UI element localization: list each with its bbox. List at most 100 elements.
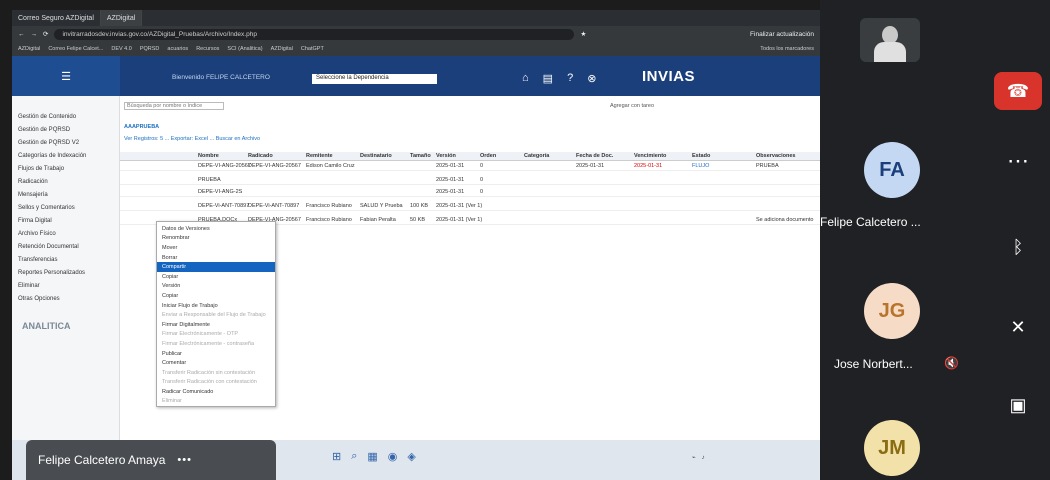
col-categoria[interactable]: Categoría	[524, 153, 549, 159]
col-version[interactable]: Versión	[436, 153, 456, 159]
bookmark-9[interactable]: ChatGPT	[301, 46, 324, 52]
star-icon[interactable]: ★	[580, 30, 586, 38]
document-icon[interactable]: ▤	[543, 72, 553, 85]
dependency-select[interactable]: Seleccione la Dependencia	[312, 74, 437, 84]
ctx-item[interactable]: Publicar	[157, 349, 275, 359]
mic-off-icon: 🔇	[944, 356, 959, 370]
col-observaciones[interactable]: Observaciones	[756, 153, 795, 159]
ctx-item[interactable]: Versión	[157, 282, 275, 292]
end-call-button[interactable]: ☎	[994, 72, 1042, 110]
url-field[interactable]: invitrarradosdev.invias.gov.co/AZDigital…	[54, 28, 575, 40]
update-button[interactable]: Finalizar actualización	[750, 31, 814, 38]
sidebar-item-archivo[interactable]: Archivo Físico	[12, 227, 119, 240]
table-row[interactable]: DEPE-Vi-ANT-70897 DEPE-Vi-ANT-70897 Fran…	[120, 202, 820, 211]
table-row[interactable]: DEPE-VI-ANG-20567 DEPE-VI-ANG-20567 Edis…	[120, 162, 820, 171]
col-orden[interactable]: Orden	[480, 153, 496, 159]
ctx-item[interactable]: Iniciar Flujo de Trabajo	[157, 301, 275, 311]
ctx-item[interactable]: Enviar a Responsable del Flujo de Trabaj…	[157, 310, 275, 320]
avatar[interactable]: JM	[864, 420, 920, 476]
search-icon[interactable]: ⌕	[351, 450, 357, 463]
bookmark-1[interactable]: AZDigital	[18, 46, 40, 52]
ctx-item[interactable]: Firmar Electrónicamente - contraseña	[157, 339, 275, 349]
more-options-button[interactable]: ⋯	[994, 142, 1042, 180]
col-vencimiento[interactable]: Vencimiento	[634, 153, 666, 159]
search-input[interactable]	[124, 102, 224, 110]
teams-icon[interactable]: ◈	[407, 450, 415, 463]
sidebar-item-pqrsd[interactable]: Gestión de PQRSD	[12, 123, 119, 136]
sidebar-item-radicacion[interactable]: Radicación	[12, 175, 119, 188]
network-icon[interactable]: ⌁	[692, 454, 696, 461]
bookmark-5[interactable]: acuarios	[167, 46, 188, 52]
sidebar-item-sellos[interactable]: Sellos y Comentarios	[12, 201, 119, 214]
bookmark-7[interactable]: SCI (Analitica)	[227, 46, 262, 52]
close-session-icon[interactable]: ⊗	[587, 72, 596, 85]
sidebar-item-otras[interactable]: Otras Opciones	[12, 292, 119, 305]
ctx-item[interactable]: Mover	[157, 243, 275, 253]
ctx-item[interactable]: Transferir Radicación con contestación	[157, 378, 275, 388]
sidebar-item-pqrsd-v2[interactable]: Gestión de PQRSD V2	[12, 136, 119, 149]
sidebar-item-flujos[interactable]: Flujos de Trabajo	[12, 162, 119, 175]
bluetooth-icon[interactable]: ᛒ	[994, 228, 1042, 266]
chrome-icon[interactable]: ◉	[388, 450, 398, 463]
bookmark-2[interactable]: Correo Felipe Calcet...	[48, 46, 103, 52]
sidebar-item-reportes[interactable]: Reportes Personalizados	[12, 266, 119, 279]
avatar[interactable]: JG	[864, 283, 920, 339]
ctx-item[interactable]: Eliminar	[157, 397, 275, 407]
start-icon[interactable]: ⊞	[332, 450, 341, 463]
ctx-item[interactable]: Copiar	[157, 272, 275, 282]
bookmark-4[interactable]: PQRSD	[140, 46, 160, 52]
sidebar-item-firma[interactable]: Firma Digital	[12, 214, 119, 227]
forward-icon[interactable]: →	[31, 31, 38, 38]
participants-panel: FA Felipe Calcetero ... JG Jose Norbert.…	[820, 0, 1050, 480]
col-nombre[interactable]: Nombre	[198, 153, 219, 159]
ctx-item[interactable]: Transferir Radicación sin contestación	[157, 368, 275, 378]
bookmark-3[interactable]: DEV 4.0	[111, 46, 131, 52]
ctx-item[interactable]: Radicar Comunicado	[157, 387, 275, 397]
menu-icon[interactable]: ☰	[12, 56, 120, 96]
back-icon[interactable]: ←	[18, 31, 25, 38]
sidebar-item-retencion[interactable]: Retención Documental	[12, 240, 119, 253]
browser-tab-1[interactable]: Correo Seguro AZDigital	[12, 10, 101, 26]
col-tamano[interactable]: Tamaño	[410, 153, 431, 159]
app-header: ☰ Bienvenido FELIPE CALCETERO Seleccione…	[12, 56, 820, 96]
sidebar-item-categorias[interactable]: Categorías de Indexación	[12, 149, 119, 162]
microphone-off-button[interactable]: ✕	[994, 308, 1042, 346]
ctx-item[interactable]: Comentar	[157, 358, 275, 368]
avatar[interactable]: FA	[864, 142, 920, 198]
table-row[interactable]: DEPE-VI-ANG-2S 2025-01-31 0	[120, 188, 820, 197]
bookmark-8[interactable]: AZDigital	[271, 46, 293, 52]
ctx-item[interactable]: Firmar Digitalmente	[157, 320, 275, 330]
ctx-item[interactable]: Copiar	[157, 291, 275, 301]
ctx-item-compartir[interactable]: Compartir	[157, 262, 275, 272]
col-estado[interactable]: Estado	[692, 153, 710, 159]
agregar-link[interactable]: Agregar con tareo	[610, 103, 654, 109]
sidebar-item-transferencias[interactable]: Transferencias	[12, 253, 119, 266]
table-filters[interactable]: Ver Registros: 5 ... Exportar: Excel ...…	[124, 136, 260, 142]
folder-title: AAAPRUEBA	[124, 124, 160, 130]
camera-off-button[interactable]: ▣	[994, 386, 1042, 424]
ctx-item[interactable]: Renombrar	[157, 234, 275, 244]
other-bookmarks[interactable]: Todos los marcadores	[760, 46, 814, 52]
col-radicado[interactable]: Radicado	[248, 153, 273, 159]
sidebar: Gestión de Contenido Gestión de PQRSD Ge…	[12, 96, 120, 440]
presenter-more-button[interactable]: •••	[177, 454, 192, 466]
ctx-item[interactable]: Datos de Versiones	[157, 224, 275, 234]
bookmark-6[interactable]: Recursos	[196, 46, 219, 52]
col-fecha[interactable]: Fecha de Doc.	[576, 153, 613, 159]
sidebar-item-eliminar[interactable]: Eliminar	[12, 279, 119, 292]
table-header: Nombre Radicado Remitente Destinatario T…	[120, 152, 820, 161]
col-destinatario[interactable]: Destinatario	[360, 153, 392, 159]
table-row[interactable]: PRUEBA 2025-01-31 0	[120, 176, 820, 185]
sidebar-item-mensajeria[interactable]: Mensajería	[12, 188, 119, 201]
col-remitente[interactable]: Remitente	[306, 153, 333, 159]
file-explorer-icon[interactable]: ▦	[367, 450, 377, 463]
ctx-item[interactable]: Borrar	[157, 253, 275, 263]
reload-icon[interactable]: ⟳	[43, 30, 48, 38]
browser-tab-2[interactable]: AZDigital	[100, 10, 143, 26]
sidebar-item-contenido[interactable]: Gestión de Contenido	[12, 110, 119, 123]
volume-icon[interactable]: ♪	[702, 455, 705, 461]
ctx-item[interactable]: Firmar Electrónicamente - OTP	[157, 330, 275, 340]
help-icon[interactable]: ?	[567, 72, 573, 85]
presenter-label: Felipe Calcetero Amaya •••	[26, 440, 276, 480]
home-icon[interactable]: ⌂	[522, 72, 529, 85]
